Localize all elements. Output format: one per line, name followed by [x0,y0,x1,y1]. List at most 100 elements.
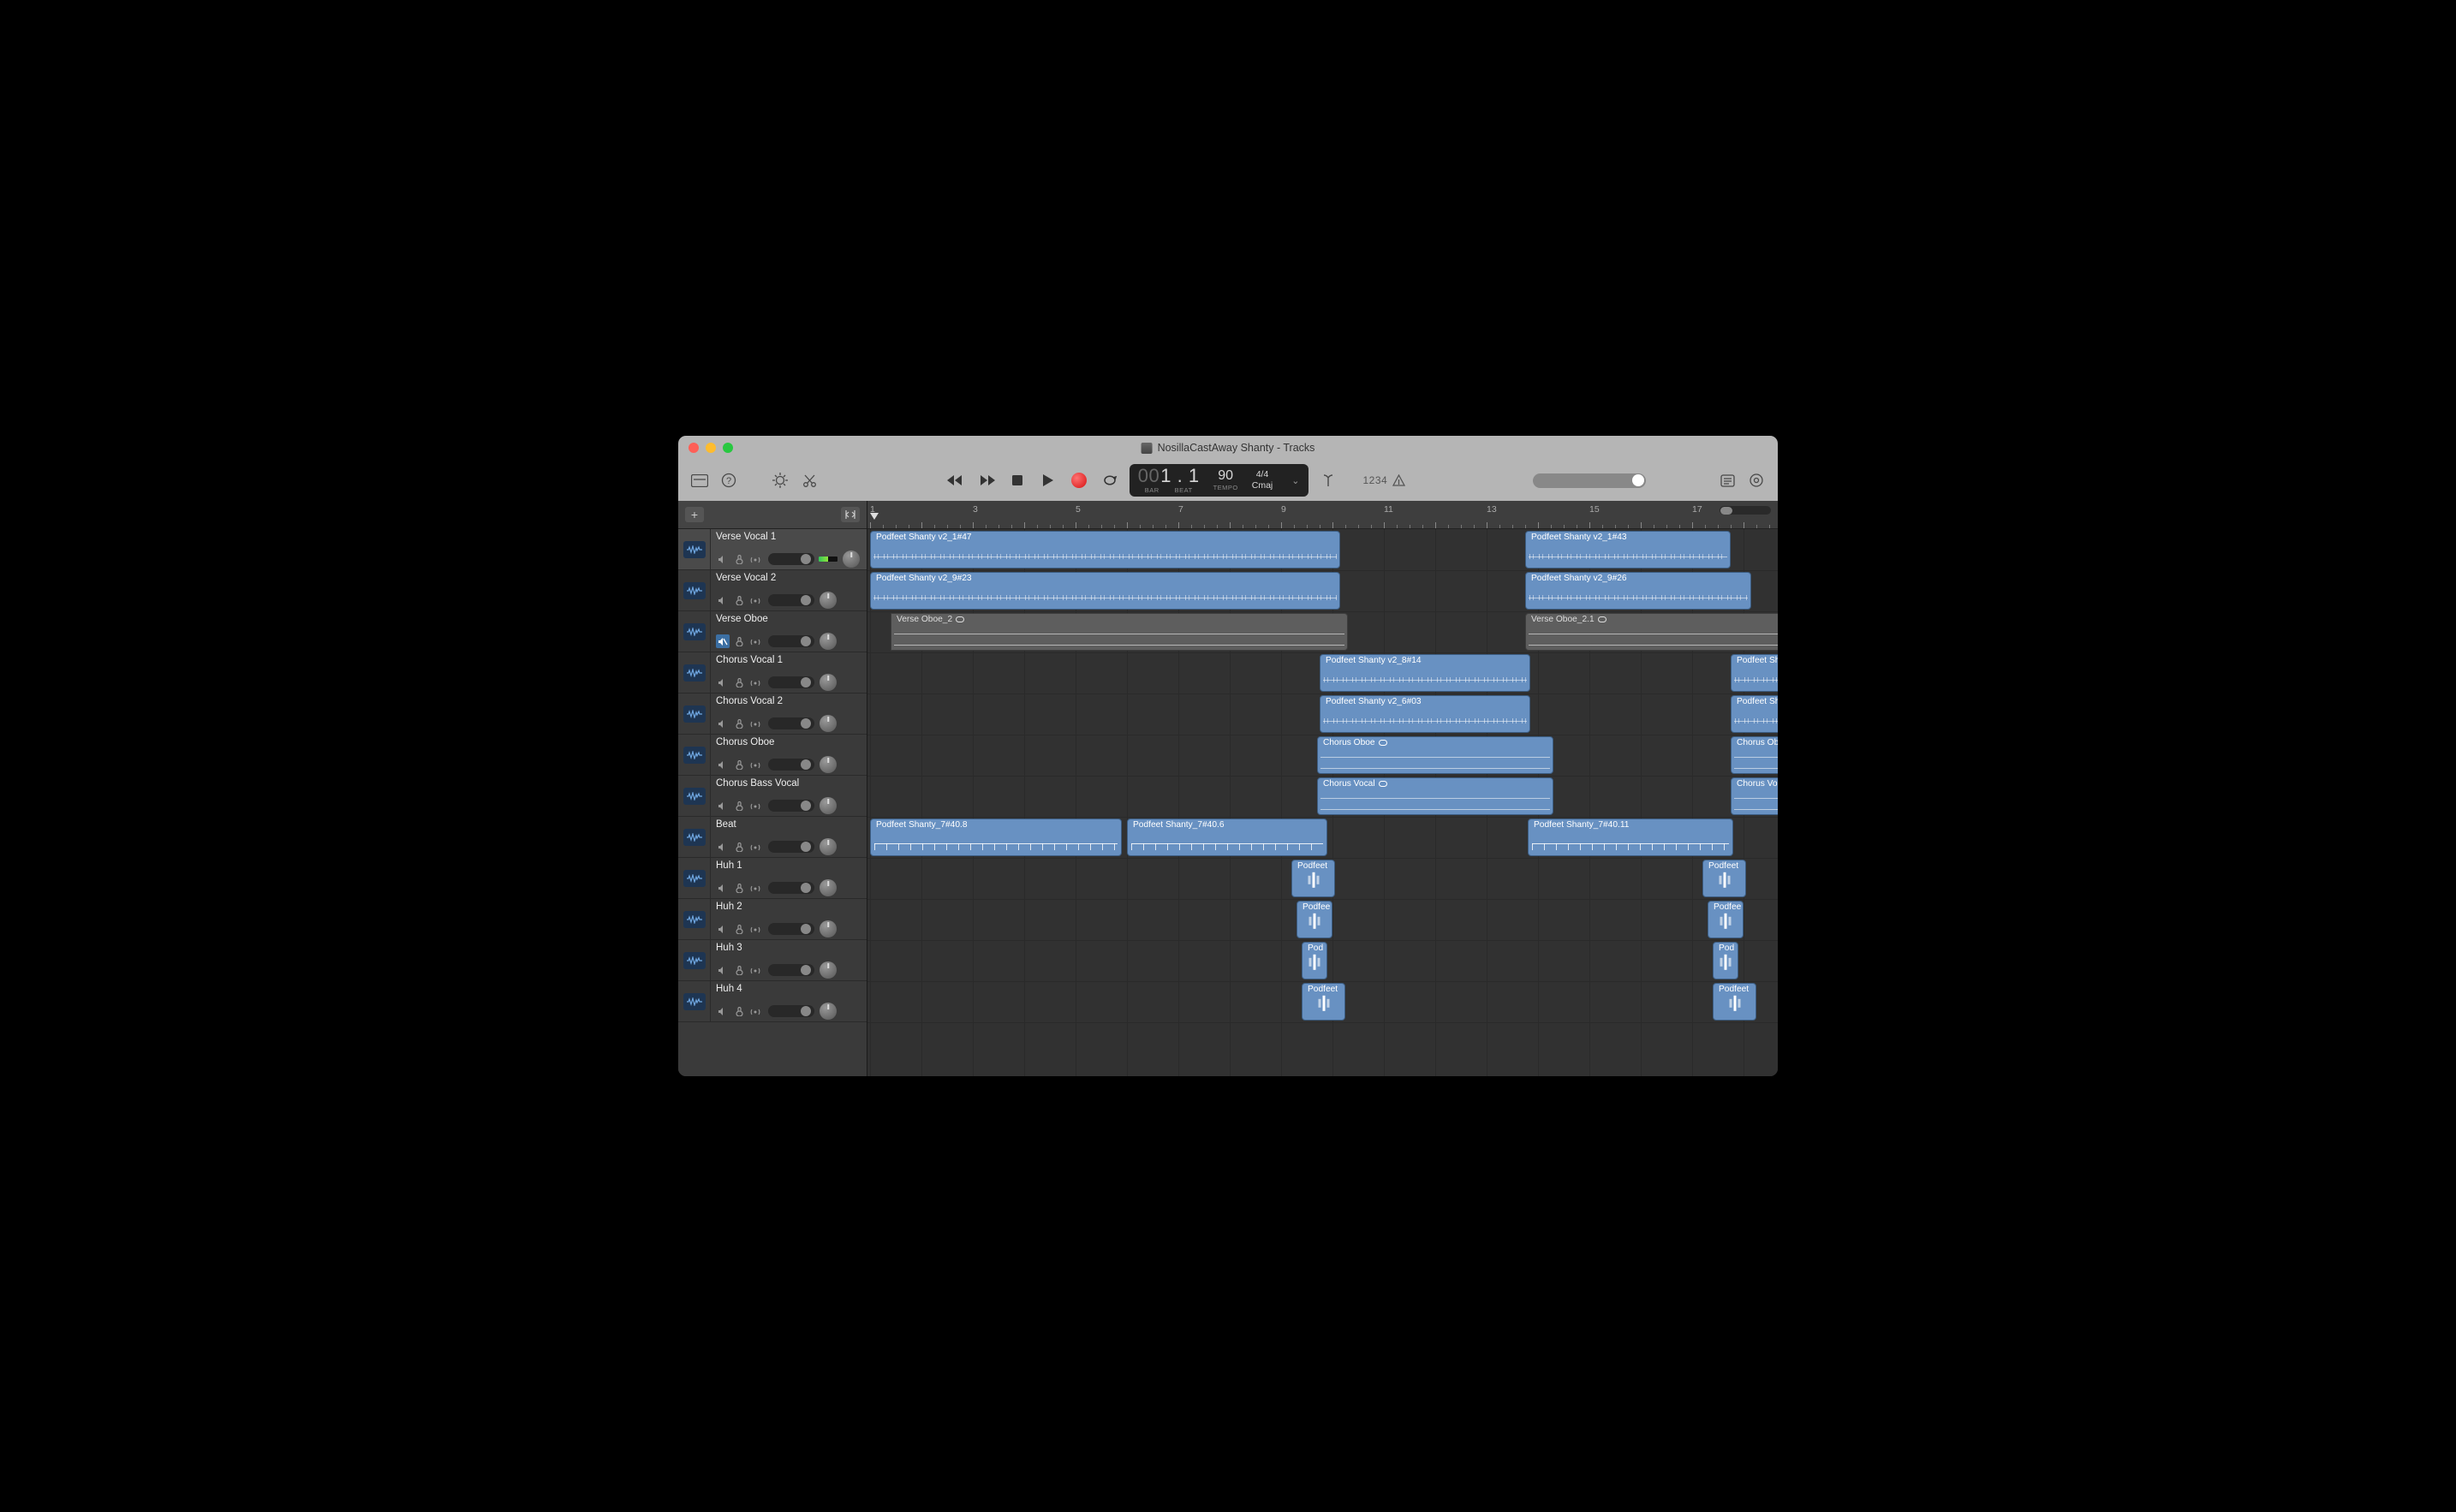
master-volume-slider[interactable] [1533,473,1646,488]
audio-region[interactable]: Podfeet Shanty v2_1#43 [1525,531,1731,568]
track-header[interactable]: Verse Vocal 1 [678,529,867,570]
track-volume-slider[interactable] [768,717,814,729]
audio-region[interactable]: Chorus Vocal [1317,777,1553,815]
count-in-indicator[interactable]: 1234 [1363,474,1406,487]
library-button[interactable] [690,471,709,490]
track-name-label[interactable]: Verse Vocal 1 [716,532,861,542]
track-volume-slider[interactable] [768,800,814,812]
input-monitor-button[interactable] [748,963,762,977]
track-name-label[interactable]: Chorus Vocal 2 [716,696,861,706]
input-monitor-button[interactable] [748,881,762,895]
track-volume-thumb[interactable] [801,883,811,893]
audio-region[interactable]: Podfeet Shanty v2_9#26 [1525,572,1751,610]
audio-region[interactable]: Podfeet Shanty v2_8#14 [1320,654,1530,692]
solo-button[interactable] [732,840,746,854]
pan-knob[interactable] [820,756,837,773]
mute-button[interactable] [716,1004,730,1018]
track-name-label[interactable]: Chorus Vocal 1 [716,655,861,665]
track-volume-slider[interactable] [768,676,814,688]
pan-knob[interactable] [820,797,837,814]
lcd-signature[interactable]: 4/4 [1256,470,1269,479]
track-header[interactable]: Chorus Bass Vocal [678,776,867,817]
audio-region[interactable]: Podfee [1708,901,1744,938]
input-monitor-button[interactable] [748,552,762,566]
track-volume-slider[interactable] [768,964,814,976]
input-monitor-button[interactable] [748,922,762,936]
scissors-button[interactable] [800,471,819,490]
audio-region[interactable]: Chorus Oboe [1317,736,1553,774]
track-name-label[interactable]: Verse Vocal 2 [716,573,861,583]
track-name-label[interactable]: Huh 2 [716,902,861,912]
audio-region[interactable]: Podfeet Shanty_7#40.6 [1127,819,1327,856]
timeline-ruler[interactable]: 1357911131517 [867,501,1778,529]
mute-button[interactable] [716,799,730,813]
mute-button[interactable] [716,593,730,607]
pan-knob[interactable] [820,592,837,609]
mute-button[interactable] [716,963,730,977]
pan-knob[interactable] [820,879,837,896]
solo-button[interactable] [732,963,746,977]
lcd-expand-button[interactable]: ⌄ [1291,475,1299,486]
solo-button[interactable] [732,552,746,566]
input-monitor-button[interactable] [748,840,762,854]
smart-controls-button[interactable] [771,471,790,490]
solo-button[interactable] [732,676,746,689]
notepad-button[interactable] [1718,471,1737,490]
input-monitor-button[interactable] [748,799,762,813]
audio-region[interactable]: Chorus Ob [1731,736,1778,774]
input-monitor-button[interactable] [748,1004,762,1018]
track-volume-thumb[interactable] [801,924,811,934]
pan-knob[interactable] [820,674,837,691]
track-header[interactable]: Chorus Vocal 1 [678,652,867,693]
track-header[interactable]: Chorus Vocal 2 [678,693,867,735]
solo-button[interactable] [732,758,746,771]
audio-region[interactable]: Verse Oboe_2.1 [1525,613,1778,651]
mute-button[interactable] [716,922,730,936]
track-header[interactable]: Huh 4 [678,981,867,1022]
track-volume-slider[interactable] [768,759,814,771]
track-name-label[interactable]: Beat [716,819,861,830]
catch-playhead-button[interactable] [841,507,860,522]
stop-button[interactable] [1008,471,1027,490]
track-name-label[interactable]: Huh 1 [716,860,861,871]
solo-button[interactable] [732,634,746,648]
input-monitor-button[interactable] [748,717,762,730]
track-volume-thumb[interactable] [801,554,811,564]
audio-region[interactable]: Pod [1302,942,1327,979]
track-volume-thumb[interactable] [801,718,811,729]
audio-region[interactable]: Podfeet Shanty_7#40.11 [1528,819,1733,856]
track-header[interactable]: Huh 1 [678,858,867,899]
close-window-button[interactable] [689,443,699,453]
tuner-button[interactable] [1319,471,1338,490]
track-name-label[interactable]: Huh 3 [716,943,861,953]
audio-region[interactable]: Podfeet [1291,860,1335,897]
add-track-button[interactable]: + [685,507,704,522]
audio-region[interactable]: Podfeet Shanty v2_1#47 [870,531,1340,568]
solo-button[interactable] [732,717,746,730]
arrange-area[interactable]: 1357911131517 Podfeet Shanty v2_1#47Podf… [867,501,1778,1076]
quick-help-button[interactable]: ? [719,471,738,490]
forward-button[interactable] [977,471,996,490]
audio-region[interactable]: Podfeet Sh [1731,695,1778,733]
track-volume-slider[interactable] [768,841,814,853]
track-header[interactable]: Verse Oboe [678,611,867,652]
rewind-button[interactable] [946,471,965,490]
track-name-label[interactable]: Verse Oboe [716,614,861,624]
horizontal-zoom-thumb[interactable] [1720,507,1732,515]
track-volume-slider[interactable] [768,553,814,565]
mute-button[interactable] [716,634,730,648]
track-volume-thumb[interactable] [801,595,811,605]
track-volume-slider[interactable] [768,594,814,606]
track-volume-thumb[interactable] [801,636,811,646]
pan-knob[interactable] [820,838,837,855]
horizontal-zoom-scroll[interactable] [1720,506,1771,515]
track-volume-slider[interactable] [768,1005,814,1017]
solo-button[interactable] [732,1004,746,1018]
track-header[interactable]: Chorus Oboe [678,735,867,776]
audio-region[interactable]: Podfeet Shanty_7#40.8 [870,819,1122,856]
mute-button[interactable] [716,840,730,854]
track-volume-thumb[interactable] [801,677,811,688]
arrange-body[interactable]: Podfeet Shanty v2_1#47 Podfeet Shanty v2_… [867,529,1778,1076]
input-monitor-button[interactable] [748,676,762,689]
track-header[interactable]: Huh 3 [678,940,867,981]
